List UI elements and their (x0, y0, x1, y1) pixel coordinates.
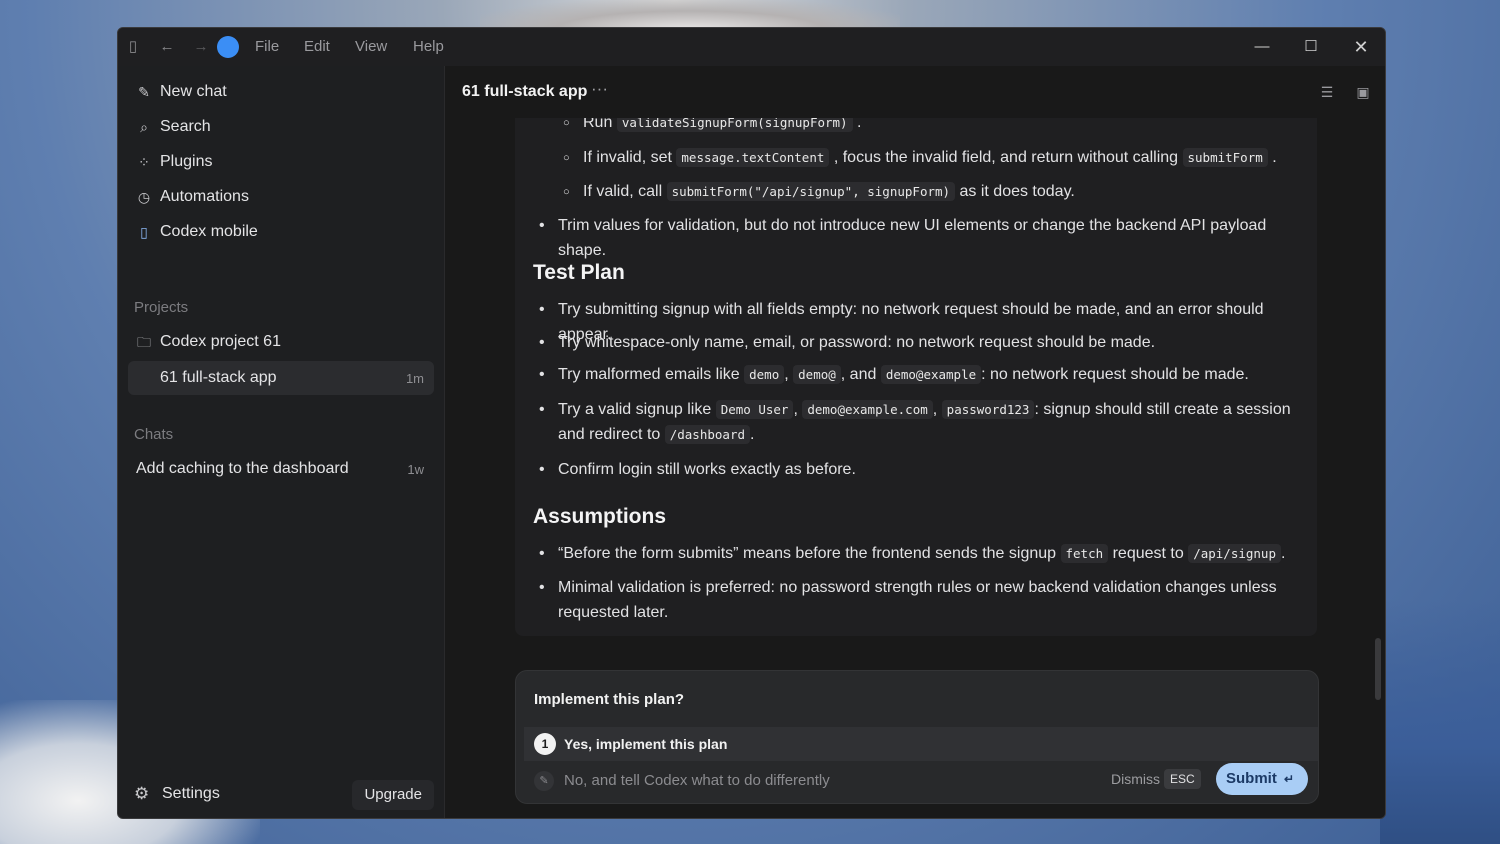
panel-toggle-icon[interactable]: ▣ (1354, 83, 1372, 101)
alternative-instructions-input[interactable] (564, 767, 1064, 793)
prompt-title: Implement this plan? (534, 691, 685, 708)
mobile-icon: ▯ (140, 224, 148, 240)
sidebar-item-label: Codex project 61 (160, 333, 281, 350)
pencil-icon: ✎ (534, 771, 554, 791)
option-label: Yes, implement this plan (564, 736, 728, 752)
folder-icon: 🗀 (137, 334, 151, 350)
sidebar-item-project[interactable]: 🗀 Codex project 61 (128, 326, 434, 358)
app-logo (217, 36, 239, 58)
settings-label: Settings (162, 785, 220, 802)
gear-icon: ⚙ (134, 784, 150, 803)
option-yes-implement[interactable]: 1 Yes, implement this plan (524, 727, 1318, 761)
sidebar: ✎ New chat ⌕ Search ⁘ Plugins ◷ Automati… (118, 66, 444, 818)
sidebar-item-label: New chat (160, 83, 227, 100)
sidebar-item-label: Automations (160, 188, 249, 205)
chat-header: 61 full-stack app ··· ☰ ▣ (445, 66, 1385, 118)
sidebar-item-new-chat[interactable]: ✎ New chat (128, 76, 434, 108)
sidebar-toggle-icon[interactable]: ▯ (123, 37, 143, 57)
sidebar-item-plugins[interactable]: ⁘ Plugins (128, 146, 434, 178)
wallpaper-right (1380, 600, 1500, 844)
sidebar-item-automations[interactable]: ◷ Automations (128, 181, 434, 213)
sidebar-item-label: Plugins (160, 153, 213, 170)
app-window: ▯ ← → File Edit View Help — ☐ ✕ ✎ New ch… (117, 27, 1386, 819)
arrow-right-icon[interactable]: → (191, 37, 211, 57)
esc-key-hint: ESC (1164, 769, 1201, 789)
wallpaper-top (480, 0, 900, 30)
upgrade-button[interactable]: Upgrade (352, 780, 434, 810)
assumptions-heading: Assumptions (533, 505, 667, 528)
submit-label: Submit (1226, 770, 1277, 787)
search-icon: ⌕ (140, 119, 148, 135)
close-icon[interactable]: ✕ (1347, 34, 1375, 60)
clock-icon: ◷ (137, 189, 151, 205)
sidebar-item-chat[interactable]: Add caching to the dashboard 1w (128, 453, 434, 485)
enter-icon: ↵ (1284, 772, 1295, 786)
projects-section-label: Projects (134, 299, 189, 316)
sidebar-item-search[interactable]: ⌕ Search (128, 111, 434, 143)
minimize-icon[interactable]: — (1248, 34, 1276, 60)
dismiss-button[interactable]: Dismiss (1111, 771, 1160, 787)
edit-icon: ✎ (138, 84, 150, 100)
title-bar: ▯ ← → File Edit View Help — ☐ ✕ (118, 28, 1385, 66)
sidebar-item-codex-mobile[interactable]: ▯ Codex mobile (128, 216, 434, 248)
menu-help[interactable]: Help (413, 28, 444, 66)
option-number-badge: 1 (534, 733, 556, 755)
implement-plan-prompt: Implement this plan? 1 Yes, implement th… (515, 670, 1319, 804)
sidebar-item-label: Search (160, 118, 211, 135)
scrollbar[interactable] (1375, 638, 1381, 700)
chats-section-label: Chats (134, 426, 174, 443)
thread-time: 1m (405, 371, 424, 386)
plan-content: ○ Run validateSignupForm(signupForm) . ○… (515, 118, 1317, 636)
sidebar-item-label: 61 full-stack app (160, 369, 277, 386)
submit-button[interactable]: Submit ↵ (1216, 763, 1308, 795)
arrow-left-icon[interactable]: ← (157, 37, 177, 57)
menu-file[interactable]: File (255, 28, 279, 66)
more-options-icon[interactable]: ··· (591, 79, 608, 99)
main-panel: 61 full-stack app ··· ☰ ▣ ○ Run validate… (444, 66, 1385, 818)
plugins-icon: ⁘ (138, 154, 150, 170)
menu-view[interactable]: View (355, 28, 387, 66)
chat-title: 61 full-stack app (462, 83, 588, 100)
test-plan-heading: Test Plan (533, 261, 625, 284)
menu-edit[interactable]: Edit (304, 28, 330, 66)
chat-time: 1w (407, 462, 424, 477)
maximize-icon[interactable]: ☐ (1297, 34, 1325, 60)
list-icon[interactable]: ☰ (1318, 83, 1336, 101)
sidebar-item-label: Codex mobile (160, 223, 258, 240)
sidebar-item-label: Add caching to the dashboard (136, 460, 349, 477)
sidebar-item-thread-active[interactable]: 61 full-stack app 1m (128, 361, 434, 395)
